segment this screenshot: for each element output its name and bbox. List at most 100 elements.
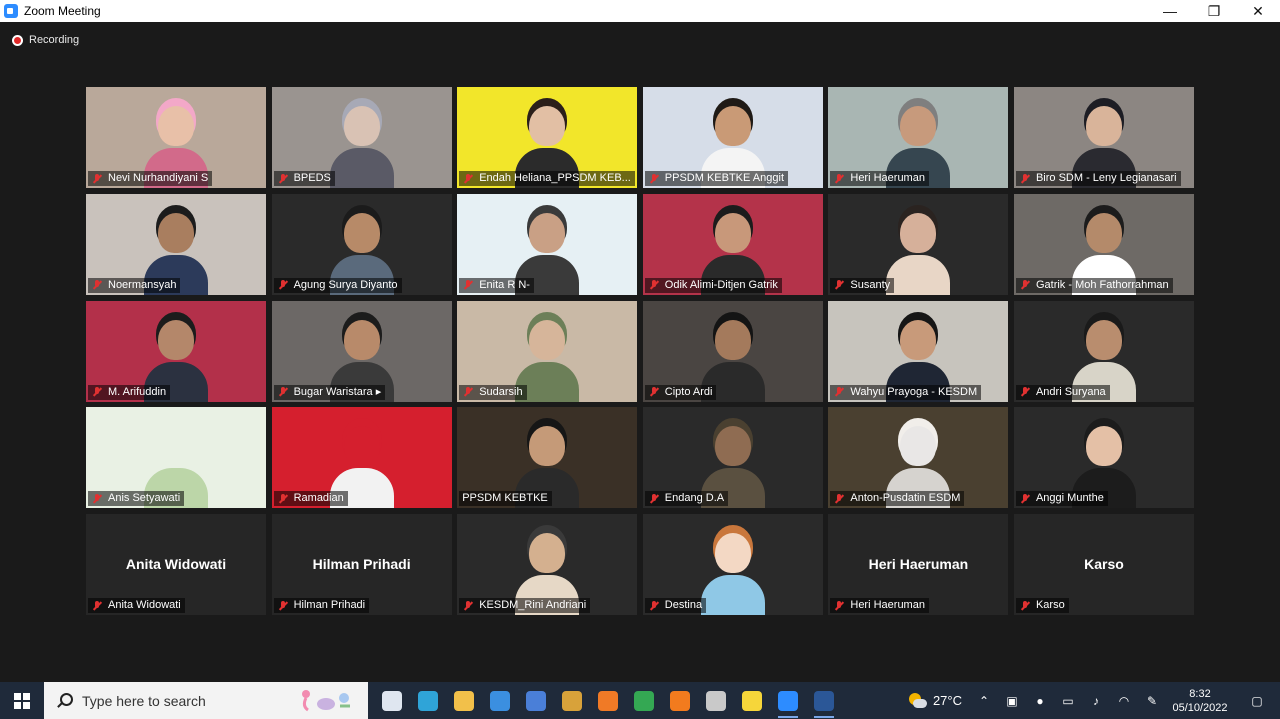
muted-mic-icon: [833, 279, 845, 291]
participant-name-label: Anggi Munthe: [1015, 491, 1108, 507]
task-view-icon: [382, 690, 402, 711]
start-button[interactable]: [0, 682, 44, 719]
participant-tile[interactable]: Heri Haeruman Heri Haeruman: [828, 514, 1009, 615]
muted-mic-icon: [648, 493, 660, 505]
taskbar-store-button[interactable]: [518, 682, 554, 719]
taskbar-edge-button[interactable]: [410, 682, 446, 719]
muted-mic-icon: [833, 600, 845, 612]
wifi-icon[interactable]: ◠: [1110, 682, 1138, 719]
taskbar-search[interactable]: Type here to search: [44, 682, 368, 719]
participant-tile[interactable]: PPSDM KEBTKE Anggit: [642, 87, 823, 188]
muted-mic-icon: [833, 493, 845, 505]
participant-tile[interactable]: Enita R N-: [457, 193, 638, 295]
participant-tile[interactable]: Heri Haeruman: [828, 87, 1009, 188]
participant-name: Hilman Prihadi: [293, 599, 366, 611]
participant-tile[interactable]: Andri Suryana: [1013, 300, 1194, 402]
participant-tile[interactable]: Endah Heliana_PPSDM KEB...: [457, 87, 638, 188]
participant-name: Noermansyah: [108, 278, 177, 291]
participant-name-label: Nevi Nurhandiyani S: [88, 171, 213, 186]
taskbar-mail-button[interactable]: [482, 682, 518, 719]
participant-tile[interactable]: Karso Karso: [1013, 514, 1194, 615]
search-icon: [56, 692, 73, 709]
notifications-icon[interactable]: ▢: [1234, 682, 1280, 719]
participant-tile[interactable]: Anggi Munthe: [1013, 407, 1194, 509]
person-silhouette-icon: [700, 525, 765, 615]
chevron-up-icon[interactable]: ⌃: [970, 682, 998, 719]
participant-tile[interactable]: Wahyu Prayoga - KESDM: [828, 300, 1009, 402]
participant-tile[interactable]: Noermansyah: [86, 193, 266, 295]
participant-name-label: Gatrik - Moh Fathorrahman: [1015, 277, 1173, 293]
participant-tile[interactable]: KESDM_Rini Andriani: [457, 514, 638, 615]
minimize-button[interactable]: —: [1148, 0, 1192, 22]
participant-tile[interactable]: Hilman Prihadi Hilman Prihadi: [271, 514, 452, 615]
microphone-icon[interactable]: ●: [1026, 682, 1054, 719]
recording-indicator[interactable]: Recording: [12, 34, 79, 46]
weather-widget[interactable]: 27°C: [907, 692, 962, 709]
participant-tile[interactable]: Cipto Ardi: [642, 300, 823, 402]
taskbar-word-button[interactable]: [806, 682, 842, 719]
participant-name: Enita R N-: [479, 278, 530, 291]
taskbar-ppt-app-button[interactable]: [698, 682, 734, 719]
participant-tile[interactable]: Anton-Pusdatin ESDM: [828, 407, 1009, 509]
participant-tile[interactable]: PPSDM KEBTKE: [457, 407, 638, 509]
participant-tile[interactable]: Destina: [642, 514, 823, 615]
chrome-icon: [634, 690, 654, 711]
pinned-apps: [374, 682, 842, 719]
taskbar-task-view-button[interactable]: [374, 682, 410, 719]
participant-tile[interactable]: Bugar Waristara ▸: [271, 300, 452, 402]
avast-icon: [670, 690, 690, 711]
participant-name: Anggi Munthe: [1035, 492, 1104, 505]
participant-name: Heri Haeruman: [850, 172, 925, 184]
participant-tile[interactable]: Ramadian: [271, 407, 452, 509]
participant-name: PPSDM KEBTKE Anggit: [664, 172, 784, 184]
participant-name-label: Endah Heliana_PPSDM KEB...: [459, 171, 635, 186]
participant-name-label: Enita R N-: [459, 277, 534, 293]
participant-name: Anita Widowati: [108, 599, 181, 611]
participant-name-label: Sudarsih: [459, 384, 527, 400]
participant-tile[interactable]: Agung Surya Diyanto: [271, 193, 452, 295]
battery-icon[interactable]: ▭: [1054, 682, 1082, 719]
taskbar-sticky-notes-button[interactable]: [734, 682, 770, 719]
participant-tile[interactable]: Nevi Nurhandiyani S: [86, 87, 266, 188]
taskbar-firefox-button[interactable]: [590, 682, 626, 719]
muted-mic-icon: [91, 386, 103, 398]
participant-tile[interactable]: Gatrik - Moh Fathorrahman: [1013, 193, 1194, 295]
participant-name: Andri Suryana: [1035, 385, 1106, 398]
participant-tile[interactable]: M. Arifuddin: [86, 300, 266, 402]
close-button[interactable]: ✕: [1236, 0, 1280, 22]
muted-mic-icon: [648, 386, 660, 398]
volume-icon[interactable]: ♪: [1082, 682, 1110, 719]
participant-name-label: Biro SDM - Leny Legianasari: [1015, 171, 1181, 186]
participant-name-label: BPEDS: [273, 171, 335, 186]
participant-tile[interactable]: Sudarsih: [457, 300, 638, 402]
muted-mic-icon: [1019, 493, 1031, 505]
participant-name: Destina: [664, 599, 703, 611]
taskbar-file-explorer-button[interactable]: [446, 682, 482, 719]
muted-mic-icon: [277, 173, 289, 185]
participant-tile[interactable]: BPEDS: [271, 87, 452, 188]
meet-now-icon[interactable]: ▣: [998, 682, 1026, 719]
person-silhouette-icon: [329, 98, 394, 188]
clock[interactable]: 8:32 05/10/2022: [1166, 687, 1234, 715]
participant-tile[interactable]: Odik Alimi-Ditjen Gatrik: [642, 193, 823, 295]
taskbar-chrome-button[interactable]: [626, 682, 662, 719]
participant-tile[interactable]: Biro SDM - Leny Legianasari: [1013, 87, 1194, 188]
pen-icon[interactable]: ✎: [1138, 682, 1166, 719]
participant-name-label: Agung Surya Diyanto: [273, 277, 402, 293]
taskbar-avast-button[interactable]: [662, 682, 698, 719]
gallery-grid: Nevi Nurhandiyani S BPEDS Endah Heliana_PP…: [86, 87, 1194, 615]
participant-name-label: Anita Widowati: [88, 598, 185, 613]
zoom-app-icon: [4, 4, 18, 18]
restore-button[interactable]: ❐: [1192, 0, 1236, 22]
taskbar-zoom-button[interactable]: [770, 682, 806, 719]
muted-mic-icon: [277, 279, 289, 291]
window-title: Zoom Meeting: [24, 4, 101, 18]
participant-name-label: PPSDM KEBTKE: [459, 491, 552, 507]
taskbar-app-dark-button[interactable]: [554, 682, 590, 719]
muted-mic-icon: [277, 386, 289, 398]
participant-name-label: Hilman Prihadi: [273, 598, 370, 613]
participant-tile[interactable]: Endang D.A: [642, 407, 823, 509]
participant-tile[interactable]: Anita Widowati Anita Widowati: [86, 514, 266, 615]
participant-tile[interactable]: Susanty: [828, 193, 1009, 295]
participant-tile[interactable]: Anis Setyawati: [86, 407, 266, 509]
